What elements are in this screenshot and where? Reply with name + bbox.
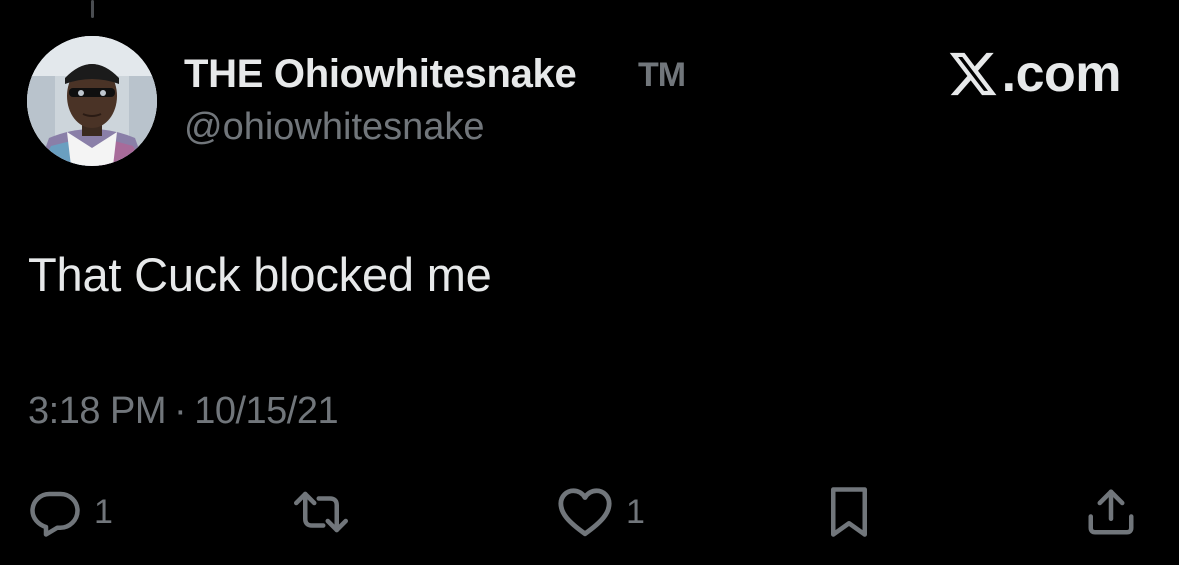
avatar[interactable] bbox=[27, 36, 157, 166]
heart-icon bbox=[558, 488, 612, 537]
author-display-name[interactable]: THE Ohiowhitesnake bbox=[184, 52, 577, 97]
bookmark-button[interactable] bbox=[824, 486, 874, 538]
thread-connector-line bbox=[91, 0, 94, 18]
share-button[interactable] bbox=[1084, 486, 1138, 538]
brand-domain-label: .com bbox=[1001, 45, 1122, 103]
share-icon bbox=[1088, 489, 1134, 535]
reply-icon bbox=[30, 491, 80, 537]
x-logo-icon bbox=[949, 52, 997, 96]
tweet-timestamp[interactable]: 3:18 PM · 10/15/21 bbox=[28, 390, 339, 433]
meta-separator: · bbox=[174, 390, 187, 432]
like-button[interactable]: 1 bbox=[556, 486, 645, 538]
tweet-date: 10/15/21 bbox=[194, 390, 339, 432]
retweet-icon bbox=[294, 491, 348, 533]
tweet-time: 3:18 PM bbox=[28, 390, 167, 432]
avatar-image bbox=[27, 36, 157, 166]
bookmark-icon bbox=[831, 487, 867, 537]
trademark-mark: TM bbox=[638, 56, 686, 94]
reply-count: 1 bbox=[94, 493, 113, 531]
author-handle[interactable]: @ohiowhitesnake bbox=[184, 106, 485, 149]
tweet-text: That Cuck blocked me bbox=[28, 248, 492, 301]
brand-watermark: .com bbox=[946, 44, 1122, 104]
retweet-button[interactable] bbox=[288, 486, 354, 538]
like-count: 1 bbox=[626, 493, 645, 531]
reply-button[interactable]: 1 bbox=[28, 486, 113, 538]
